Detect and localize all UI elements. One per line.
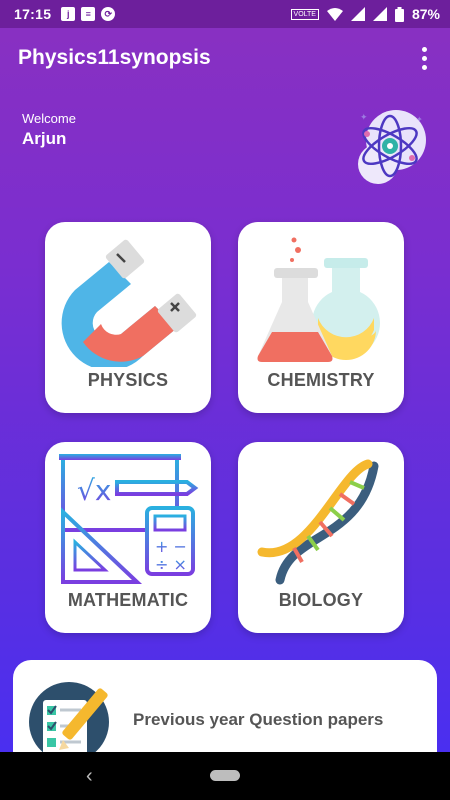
- atom-icon: ✦ ✦: [358, 110, 426, 184]
- math-board-icon: √x + − ÷ ×: [59, 454, 199, 584]
- app-title: Physics11synopsis: [18, 46, 211, 69]
- message-icon: ≡: [81, 7, 96, 21]
- subject-label-biology: BIOLOGY: [278, 590, 364, 610]
- back-icon[interactable]: ‹: [86, 765, 93, 788]
- svg-text:✦: ✦: [360, 113, 368, 123]
- subject-card-mathematic[interactable]: √x + − ÷ × MATHEMATIC: [45, 442, 211, 633]
- user-name: Arjun: [22, 129, 67, 148]
- app-bar: Physics11synopsis: [0, 28, 450, 88]
- volte-icon: VOLTE: [290, 8, 319, 20]
- app-screen: 17:15 j ≡ ⟳ VOLTE 87% Physics11synopsis …: [0, 0, 450, 752]
- svg-text:✦: ✦: [416, 115, 423, 124]
- navigation-bar: ‹: [0, 752, 450, 800]
- sync-icon: ⟳: [101, 7, 116, 21]
- exam-paper-icon: [29, 682, 109, 752]
- overflow-menu-button[interactable]: [412, 42, 436, 74]
- home-button[interactable]: [210, 770, 240, 781]
- magnet-icon: [61, 239, 197, 367]
- status-time: 17:15: [14, 6, 52, 22]
- subject-card-chemistry[interactable]: CHEMISTRY: [238, 222, 404, 413]
- subject-label-chemistry: CHEMISTRY: [267, 370, 375, 390]
- svg-text:+ −: + −: [155, 537, 187, 556]
- signal-icon-2: [372, 7, 387, 21]
- subject-label-mathematic: MATHEMATIC: [67, 590, 189, 610]
- battery-icon: [394, 6, 404, 22]
- welcome-block: Welcome Arjun: [22, 111, 76, 149]
- status-right: VOLTE 87%: [290, 6, 440, 22]
- welcome-label: Welcome: [22, 111, 76, 126]
- signal-icon: [350, 7, 365, 21]
- previous-papers-label: Previous year Question papers: [133, 710, 384, 729]
- subject-label-physics: PHYSICS: [87, 370, 169, 390]
- flask-icon: [257, 237, 380, 362]
- status-bar: 17:15 j ≡ ⟳ VOLTE 87%: [0, 0, 450, 28]
- wifi-icon: [326, 7, 343, 21]
- subject-card-physics[interactable]: PHYSICS: [45, 222, 211, 413]
- battery-level: 87%: [411, 6, 440, 22]
- svg-text:÷ ×: ÷ ×: [155, 555, 187, 574]
- subject-card-biology[interactable]: BIOLOGY: [238, 442, 404, 633]
- dna-icon: [257, 459, 379, 585]
- svg-text:√x: √x: [77, 474, 111, 507]
- notification-icons: j ≡ ⟳: [61, 7, 116, 21]
- previous-papers-card[interactable]: Previous year Question papers: [13, 660, 437, 752]
- myjio-icon: j: [61, 7, 76, 21]
